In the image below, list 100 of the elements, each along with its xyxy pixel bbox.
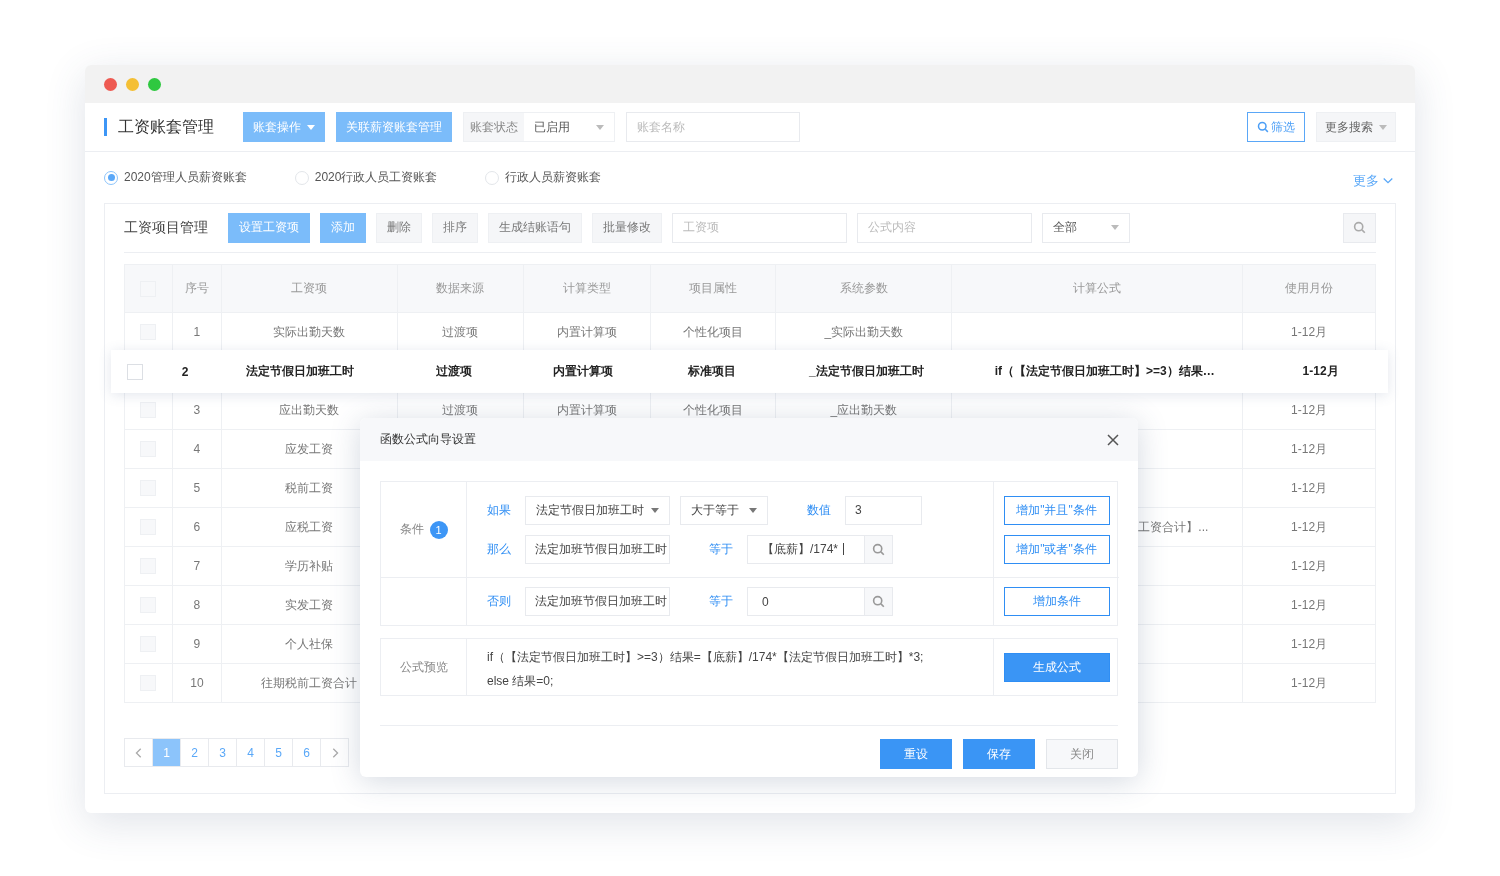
- table-cell: 应出勤天数: [279, 401, 340, 419]
- toolbar-button[interactable]: 排序: [432, 212, 478, 243]
- more-search-button[interactable]: 更多搜索: [1316, 112, 1396, 142]
- table-cell: 1-12月: [1291, 479, 1328, 497]
- table-cell: 往期税前工资合计: [261, 674, 358, 692]
- previous-page-button[interactable]: [124, 738, 153, 767]
- toolbar-button[interactable]: 设置工资项: [228, 212, 310, 243]
- table-cell: 过渡项: [442, 401, 479, 419]
- toolbar-button[interactable]: 批量修改: [592, 212, 662, 243]
- branch-label: 那么: [487, 540, 512, 558]
- table-cell: 4: [193, 442, 201, 456]
- column-header: 使用月份: [1284, 280, 1335, 297]
- next-page-button[interactable]: [320, 738, 349, 767]
- add-and-button[interactable]: 增加"并且"条件: [1003, 495, 1110, 525]
- close-light-icon[interactable]: [104, 77, 117, 91]
- condition-label: 条件: [399, 521, 424, 538]
- search-icon: [872, 542, 885, 556]
- table-cell: 实际出勤天数: [273, 323, 346, 341]
- footer-button[interactable]: 保存: [963, 739, 1035, 769]
- search-icon: [872, 595, 885, 608]
- page-button[interactable]: 6: [292, 738, 321, 767]
- table-cell: 1: [193, 325, 201, 339]
- target-field[interactable]: 法定加班节假日加班工时: [525, 587, 670, 616]
- table-cell: 法定节假日加班工时: [245, 363, 354, 380]
- radio-label: 行政人员薪资账套: [505, 169, 602, 186]
- table-cell: 3: [193, 403, 201, 417]
- minimize-light-icon[interactable]: [126, 77, 139, 91]
- table-cell: 1-12月: [1291, 557, 1328, 575]
- operator-select[interactable]: 大于等于: [680, 495, 768, 525]
- table-cell: 过渡项: [442, 323, 479, 341]
- table-cell: 1-12月: [1291, 401, 1328, 419]
- search-icon: [1257, 121, 1269, 133]
- expression-field[interactable]: 0: [747, 587, 893, 616]
- table-cell: 5: [193, 481, 201, 495]
- page-button[interactable]: 4: [236, 738, 265, 767]
- dropdown-button[interactable]: 账套操作: [243, 112, 325, 142]
- target-field[interactable]: 法定加班节假日加班工时: [525, 534, 670, 564]
- table-cell: 标准项目: [688, 363, 737, 380]
- action-button[interactable]: 关联薪资账套管理: [336, 112, 452, 142]
- generate-button[interactable]: 生成公式: [1003, 652, 1110, 682]
- row-checkbox[interactable]: [127, 363, 144, 380]
- table-cell: 9: [193, 637, 201, 651]
- table-cell: 2: [181, 364, 189, 379]
- table-cell: 1-12月: [1302, 363, 1339, 380]
- name-field[interactable]: 账套名称: [626, 112, 800, 142]
- filter-button[interactable]: 筛选: [1247, 112, 1305, 142]
- footer-button[interactable]: 重设: [880, 739, 952, 769]
- lookup-button[interactable]: [864, 588, 892, 615]
- formula-field[interactable]: 公式内容: [857, 212, 1032, 243]
- column-header: 项目属性: [650, 265, 777, 312]
- toolbar-button[interactable]: 添加: [320, 212, 366, 243]
- panel-title: 工资项目管理: [124, 218, 208, 237]
- value-label: 数值: [807, 501, 832, 519]
- table-cell: 1-12月: [1291, 674, 1328, 692]
- table-cell: 个性化项目: [683, 401, 743, 419]
- value-field[interactable]: 3: [845, 495, 922, 525]
- table-cell: _实际出勤天数: [824, 323, 904, 341]
- scope-select[interactable]: 全部: [1042, 212, 1130, 243]
- field-select[interactable]: 法定节假日加班工时: [525, 495, 670, 525]
- column-header: 计算公式: [952, 265, 1244, 312]
- page-button[interactable]: 5: [264, 738, 293, 767]
- add-condition-button[interactable]: 增加条件: [1003, 587, 1110, 616]
- add-or-button[interactable]: 增加"或者"条件: [1003, 534, 1110, 564]
- equals-label: 等于: [709, 540, 734, 558]
- equals-label: 等于: [709, 593, 734, 610]
- table-cell: 应发工资: [285, 440, 334, 458]
- table-cell: 8: [193, 598, 201, 612]
- search-button[interactable]: [1343, 212, 1376, 243]
- table-cell: 个性化项目: [683, 323, 743, 341]
- page-button[interactable]: 2: [180, 738, 209, 767]
- page-button[interactable]: 3: [208, 738, 237, 767]
- table-cell: 实发工资: [285, 596, 334, 614]
- toolbar-button[interactable]: 生成结账语句: [488, 212, 582, 243]
- more-link[interactable]: 更多: [1353, 171, 1394, 190]
- account-set-radio[interactable]: 行政人员薪资账套: [485, 169, 602, 186]
- dialog-title: 函数公式向导设置: [380, 431, 477, 448]
- expression-field[interactable]: 【底薪】/174*: [747, 534, 893, 564]
- formula-preview: if（【法定节假日加班工时】>=3）结果=【底薪】/174*【法定节假日加班工时】*3; else 结果=0;: [467, 639, 994, 695]
- column-header: 工资项: [221, 265, 398, 312]
- footer-button[interactable]: 关闭: [1046, 739, 1118, 769]
- item-field[interactable]: 工资项: [672, 212, 847, 243]
- selected-row[interactable]: 2 法定节假日加班工时 过渡项 内置计算项 标准项目 _法定节假日加班工时 if（【法定节假日加班工时】>=3）结果… 1-12月: [111, 350, 1388, 393]
- table-cell: 10: [190, 676, 204, 690]
- toolbar-button[interactable]: 删除: [376, 212, 422, 243]
- table-cell: 应税工资: [285, 518, 334, 536]
- column-header: 系统参数: [776, 265, 953, 312]
- preview-label: 公式预览: [399, 658, 448, 676]
- table-cell: _法定节假日加班工时: [809, 363, 924, 380]
- lookup-button[interactable]: [864, 535, 892, 563]
- table-cell: 1-12月: [1291, 440, 1328, 458]
- zoom-light-icon[interactable]: [148, 77, 161, 91]
- table-cell: 1-12月: [1291, 518, 1328, 536]
- table-cell: 内置计算项: [553, 363, 614, 380]
- close-button[interactable]: [1106, 432, 1120, 447]
- table-cell: 1-12月: [1291, 596, 1328, 614]
- table-cell: 内置计算项: [556, 401, 617, 419]
- table-cell: 学历补贴: [285, 557, 334, 575]
- page-button[interactable]: 1: [152, 738, 181, 767]
- table-cell: _应出勤天数: [830, 401, 898, 419]
- table-cell: 6: [193, 520, 201, 534]
